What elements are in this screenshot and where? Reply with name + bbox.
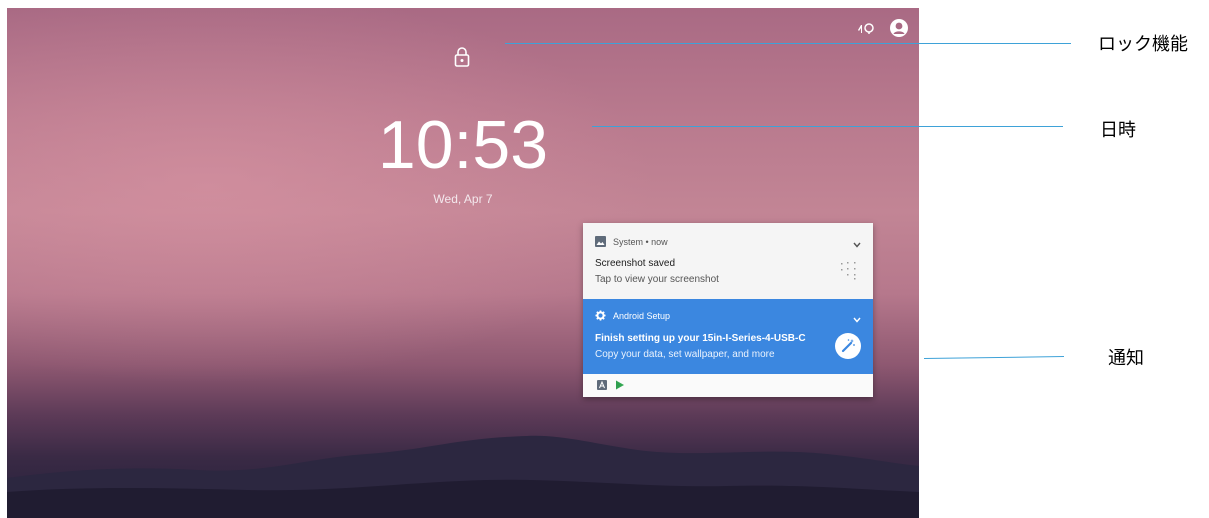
signal-icon <box>857 22 875 34</box>
gear-icon <box>595 310 606 321</box>
callout-line-lock <box>505 43 1071 44</box>
lock-icon[interactable] <box>453 46 471 68</box>
setup-app-name: Android Setup <box>613 310 671 321</box>
callout-label-datetime: 日時 <box>1100 120 1136 141</box>
notification-app-time: System • now <box>613 236 668 247</box>
image-icon <box>595 236 606 247</box>
notification-footer <box>583 374 873 397</box>
user-avatar-icon[interactable] <box>889 18 909 38</box>
notification-panel: System • now Screenshot saved Tap to vie… <box>583 223 873 397</box>
setup-header: Android Setup <box>595 310 670 321</box>
status-bar <box>857 16 909 40</box>
notification-title: Screenshot saved <box>595 258 676 269</box>
screenshot-thumbnail <box>838 259 860 281</box>
setup-title: Finish setting up your 15in-I-Series-4-U… <box>595 333 806 344</box>
notification-text: Tap to view your screenshot <box>595 274 719 285</box>
notification-system[interactable]: System • now Screenshot saved Tap to vie… <box>583 223 873 299</box>
callout-label-lock: ロック機能 <box>1098 34 1188 55</box>
chevron-down-icon[interactable] <box>853 310 861 328</box>
notification-header: System • now <box>595 236 668 247</box>
clock: 10:53 <box>377 107 549 183</box>
chevron-down-icon[interactable] <box>853 235 861 253</box>
setup-text: Copy your data, set wallpaper, and more <box>595 349 775 360</box>
footer-app-icons <box>597 380 625 390</box>
android-lock-screen: 10:53 Wed, Apr 7 System • now Screenshot… <box>7 8 919 518</box>
notification-android-setup[interactable]: Android Setup Finish setting up your 15i… <box>583 299 873 374</box>
magic-wand-icon[interactable] <box>835 333 861 359</box>
app-a-icon[interactable] <box>597 380 607 390</box>
callout-label-notification: 通知 <box>1108 348 1144 369</box>
mountain-silhouette <box>7 435 919 518</box>
callout-line-notification <box>923 356 1064 359</box>
date: Wed, Apr 7 <box>433 192 493 206</box>
callout-line-datetime <box>592 126 1063 127</box>
play-store-icon[interactable] <box>615 380 625 390</box>
